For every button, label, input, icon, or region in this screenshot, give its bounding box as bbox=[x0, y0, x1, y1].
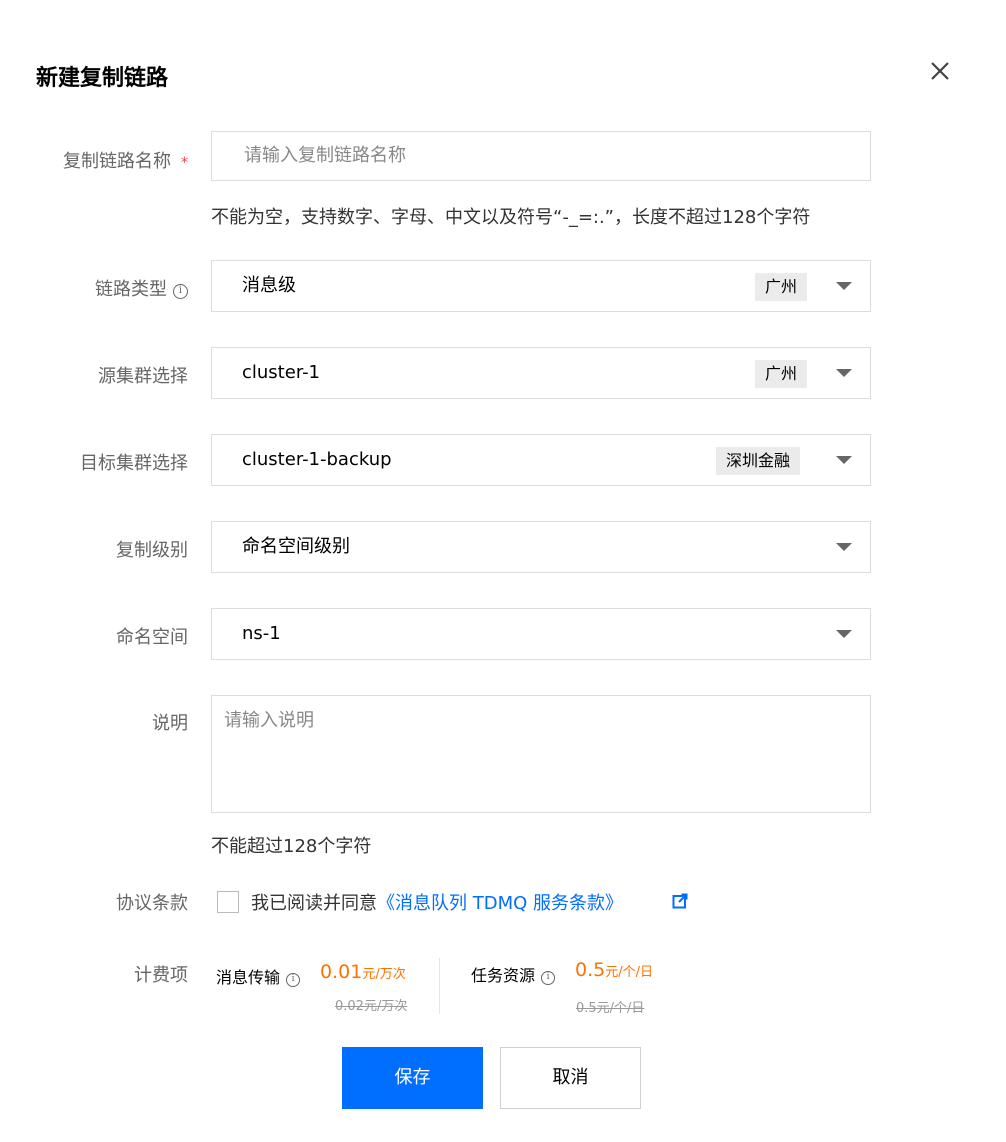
fee-item-original-price: 0.5元/个/日 bbox=[576, 1001, 645, 1016]
billing-label: 计费项 bbox=[134, 965, 188, 986]
chevron-down-icon bbox=[836, 543, 852, 551]
replication-level-label: 复制级别 bbox=[116, 540, 188, 561]
billing-divider bbox=[439, 958, 440, 1014]
link-type-select[interactable]: 消息级 广州 bbox=[211, 260, 871, 312]
namespace-label: 命名空间 bbox=[116, 627, 188, 648]
region-tag: 广州 bbox=[755, 273, 808, 301]
fee-item-price: 0.01元/万次 bbox=[320, 961, 406, 983]
link-name-placeholder: 请输入复制链路名称 bbox=[244, 145, 406, 166]
source-cluster-label: 源集群选择 bbox=[98, 366, 188, 387]
source-cluster-value: cluster-1 bbox=[242, 362, 321, 383]
cancel-button[interactable]: 取消 bbox=[500, 1047, 641, 1109]
chevron-down-icon bbox=[836, 456, 852, 464]
agreement-checkbox[interactable] bbox=[217, 891, 239, 913]
chevron-down-icon bbox=[836, 282, 852, 290]
region-tag: 深圳金融 bbox=[716, 447, 801, 475]
replication-level-select[interactable]: 命名空间级别 bbox=[211, 521, 871, 573]
description-hint: 不能超过128个字符 bbox=[211, 836, 372, 857]
region-tag: 广州 bbox=[755, 360, 808, 388]
name-label: 复制链路名称 * bbox=[63, 151, 188, 172]
close-icon[interactable] bbox=[927, 58, 953, 84]
link-type-value: 消息级 bbox=[242, 275, 296, 296]
target-cluster-value: cluster-1-backup bbox=[242, 449, 392, 470]
agreement-text: 我已阅读并同意《消息队列 TDMQ 服务条款》 bbox=[251, 889, 623, 915]
required-mark: * bbox=[181, 155, 188, 171]
target-cluster-label: 目标集群选择 bbox=[80, 453, 188, 474]
chevron-down-icon bbox=[836, 369, 852, 377]
external-link-icon[interactable] bbox=[672, 893, 688, 909]
link-type-label: 链路类型 i bbox=[95, 275, 188, 301]
info-icon[interactable]: i bbox=[173, 284, 188, 299]
fee-item-name: 任务资源 i bbox=[471, 962, 556, 986]
namespace-select[interactable]: ns-1 bbox=[211, 608, 871, 660]
info-icon[interactable]: i bbox=[541, 971, 556, 985]
description-placeholder: 请输入说明 bbox=[224, 710, 314, 731]
fee-item-original-price: 0.02元/万次 bbox=[335, 999, 408, 1014]
namespace-value: ns-1 bbox=[242, 623, 281, 644]
terms-link[interactable]: 《消息队列 TDMQ 服务条款》 bbox=[377, 893, 623, 914]
agreement-prefix: 我已阅读并同意 bbox=[251, 893, 377, 914]
info-icon[interactable]: i bbox=[286, 973, 301, 987]
replication-level-value: 命名空间级别 bbox=[242, 536, 350, 557]
description-textarea[interactable]: 请输入说明 bbox=[211, 695, 871, 813]
description-label: 说明 bbox=[152, 713, 188, 734]
dialog-title: 新建复制链路 bbox=[36, 66, 169, 91]
source-cluster-select[interactable]: cluster-1 广州 bbox=[211, 347, 871, 399]
agreement-label: 协议条款 bbox=[116, 893, 188, 914]
fee-item-name: 消息传输 i bbox=[216, 964, 301, 988]
name-hint: 不能为空，支持数字、字母、中文以及符号“-_=:.”，长度不超过128个字符 bbox=[211, 207, 811, 228]
save-button[interactable]: 保存 bbox=[342, 1047, 483, 1109]
link-name-input[interactable]: 请输入复制链路名称 bbox=[211, 131, 871, 181]
fee-item-price: 0.5元/个/日 bbox=[575, 959, 653, 981]
target-cluster-select[interactable]: cluster-1-backup 深圳金融 bbox=[211, 434, 871, 486]
chevron-down-icon bbox=[836, 630, 852, 638]
